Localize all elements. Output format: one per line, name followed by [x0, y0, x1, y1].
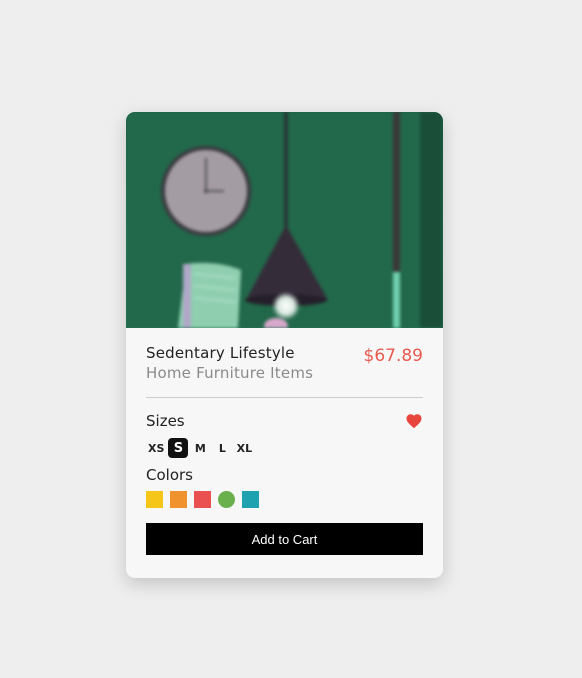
- color-swatch-red[interactable]: [194, 491, 211, 508]
- size-option-l[interactable]: L: [212, 438, 232, 458]
- product-image[interactable]: [126, 112, 443, 328]
- product-card: Sedentary Lifestyle Home Furniture Items…: [126, 112, 443, 578]
- color-swatch-green[interactable]: [218, 491, 235, 508]
- size-option-xs[interactable]: XS: [146, 438, 166, 458]
- color-swatch-yellow[interactable]: [146, 491, 163, 508]
- size-selector: XS S M L XL: [146, 438, 254, 458]
- colors-label: Colors: [146, 466, 193, 484]
- color-selector: [146, 491, 259, 508]
- size-option-s[interactable]: S: [168, 438, 189, 458]
- product-title: Sedentary Lifestyle: [146, 344, 295, 362]
- heart-icon[interactable]: [405, 412, 423, 430]
- product-price: $67.89: [363, 346, 423, 366]
- sizes-label: Sizes: [146, 412, 185, 430]
- color-swatch-orange[interactable]: [170, 491, 187, 508]
- size-option-m[interactable]: M: [190, 438, 210, 458]
- size-option-xl[interactable]: XL: [234, 438, 254, 458]
- product-category: Home Furniture Items: [146, 364, 314, 382]
- divider: [146, 397, 423, 398]
- color-swatch-teal[interactable]: [242, 491, 259, 508]
- add-to-cart-button[interactable]: Add to Cart: [146, 523, 423, 555]
